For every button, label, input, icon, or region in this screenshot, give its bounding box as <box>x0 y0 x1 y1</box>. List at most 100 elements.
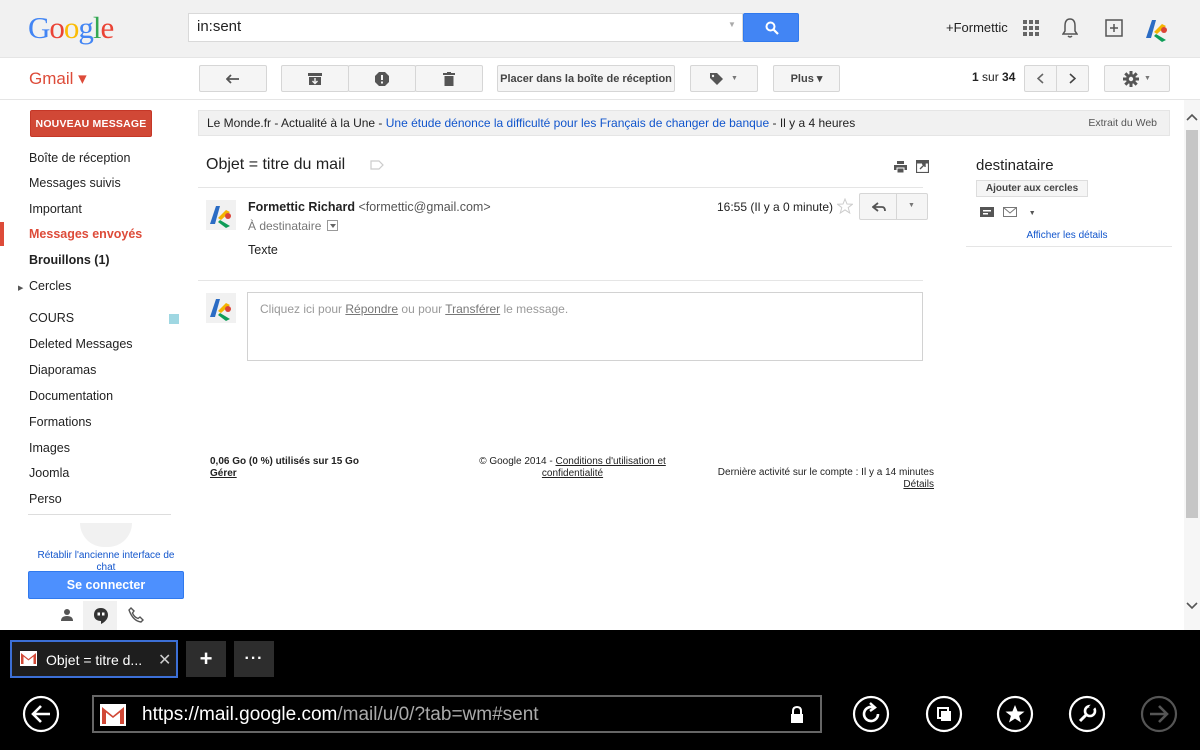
browser-forward-icon[interactable] <box>1140 695 1178 733</box>
move-to-inbox-button[interactable]: Placer dans la boîte de réception <box>497 65 675 92</box>
chevron-down-icon[interactable]: ▼ <box>1029 210 1036 217</box>
sidebar-item-formations[interactable]: Formations <box>0 410 180 434</box>
sidebar-item-circles[interactable]: Cercles <box>0 274 180 298</box>
more-options-caret-icon[interactable]: ▼ <box>908 202 915 209</box>
url-path: /mail/u/0/?tab=wm#sent <box>337 704 539 725</box>
more-actions-button[interactable]: Plus ▾ <box>773 65 840 92</box>
sidebar-item-deleted-messages[interactable]: Deleted Messages <box>0 332 180 356</box>
gmail-favicon-icon <box>20 651 37 666</box>
right-panel-divider <box>966 246 1172 247</box>
lock-icon[interactable] <box>790 706 804 723</box>
spam-icon <box>375 71 389 86</box>
sidebar-item-sent[interactable]: Messages envoyés <box>0 222 180 246</box>
sidebar-item-cours[interactable]: COURS <box>0 306 180 330</box>
labels-button[interactable]: ▼ <box>690 65 758 92</box>
chat-icon[interactable] <box>980 207 994 217</box>
manage-storage-link[interactable]: Gérer <box>210 468 237 479</box>
new-tab-button[interactable]: + <box>186 641 226 677</box>
activity-details-link[interactable]: Détails <box>903 479 934 490</box>
report-spam-button[interactable] <box>348 65 416 92</box>
address-bar[interactable]: https://mail.google.com/mail/u/0/?tab=wm… <box>92 695 822 733</box>
search-options-caret[interactable]: ▼ <box>728 20 736 29</box>
thread-divider <box>198 187 923 188</box>
last-activity-text: Dernière activité sur le compte : Il y a… <box>717 467 934 478</box>
newer-button[interactable] <box>1024 65 1057 92</box>
archive-icon <box>308 72 322 85</box>
sidebar-item-images[interactable]: Images <box>0 436 180 460</box>
quick-reply-box[interactable]: Cliquez ici pour Répondre ou pour Transf… <box>247 292 923 361</box>
phone-icon[interactable] <box>128 607 144 623</box>
sender-name[interactable]: Formettic Richard <box>248 200 355 214</box>
print-icon[interactable] <box>894 161 907 173</box>
tab-options-button[interactable]: ··· <box>234 641 274 677</box>
open-in-new-window-icon[interactable] <box>916 160 929 173</box>
copyright-text: © Google 2014 - <box>479 456 556 467</box>
url-text: https://mail.google.com/mail/u/0/?tab=wm… <box>142 704 539 726</box>
settings-button[interactable]: ▼ <box>1104 65 1170 92</box>
search-icon <box>765 21 779 35</box>
add-to-circles-button[interactable]: Ajouter aux cercles <box>976 180 1088 197</box>
sidebar-item-drafts[interactable]: Brouillons (1) <box>0 248 180 272</box>
email-icon[interactable] <box>1003 207 1018 217</box>
google-plus-profile-link[interactable]: +Formettic <box>946 20 1008 35</box>
sidebar-item-documentation[interactable]: Documentation <box>0 384 180 408</box>
compose-button[interactable]: NOUVEAU MESSAGE <box>30 110 152 137</box>
reply-button[interactable]: ▼ <box>859 193 928 220</box>
sidebar-item-inbox[interactable]: Boîte de réception <box>0 146 180 170</box>
sidebar-item-important[interactable]: Important <box>0 197 180 221</box>
reply-arrow-icon <box>872 202 886 212</box>
search-input[interactable]: in:sent <box>188 13 743 42</box>
web-clip-headline-link[interactable]: Une étude dénonce la difficulté pour les… <box>386 116 769 130</box>
search-button[interactable] <box>743 13 799 42</box>
storage-text: 0,06 Go (0 %) utilisés sur 15 Go <box>210 456 359 467</box>
sidebar-divider <box>28 514 171 515</box>
reply-button-divider <box>896 193 897 220</box>
delete-button[interactable] <box>415 65 483 92</box>
favorites-star-icon[interactable] <box>996 695 1034 733</box>
hangouts-icon[interactable] <box>93 607 109 625</box>
share-plus-icon[interactable] <box>1105 19 1123 37</box>
show-contact-details-link[interactable]: Afficher les détails <box>966 230 1168 241</box>
reply-link[interactable]: Répondre <box>345 302 398 316</box>
browser-tab[interactable]: Objet = titre d... ✕ <box>10 640 178 678</box>
gmail-app-menu[interactable]: Gmail ▾ <box>29 69 87 89</box>
tabs-icon[interactable] <box>925 695 963 733</box>
browser-back-icon[interactable] <box>22 695 60 733</box>
reply-prompt-text: le message. <box>500 302 569 316</box>
sidebar-item-joomla[interactable]: Joomla <box>0 461 180 485</box>
star-icon[interactable] <box>837 198 853 214</box>
older-button[interactable] <box>1056 65 1089 92</box>
terms-link[interactable]: Conditions d'utilisation et confidential… <box>542 456 666 479</box>
recipients-text: À destinataire <box>248 219 322 233</box>
scroll-up-icon[interactable] <box>1186 113 1198 121</box>
thread-subject: Objet = titre du mail <box>206 156 346 173</box>
back-to-list-button[interactable] <box>199 65 267 92</box>
forward-link[interactable]: Transférer <box>445 302 500 316</box>
label-color-swatch[interactable] <box>169 314 179 324</box>
sign-in-chat-button[interactable]: Se connecter <box>28 571 184 599</box>
account-avatar[interactable] <box>1142 14 1172 44</box>
sender-avatar[interactable] <box>206 200 236 230</box>
show-details-caret-icon[interactable] <box>326 220 338 231</box>
reply-prompt-text: Cliquez ici pour <box>260 302 346 316</box>
gmail-favicon-icon <box>100 704 126 726</box>
label-tag-icon <box>710 72 724 85</box>
scrollbar-thumb[interactable] <box>1186 130 1198 518</box>
last-activity: Dernière activité sur le compte : Il y a… <box>680 467 934 491</box>
close-tab-icon[interactable]: ✕ <box>158 650 171 670</box>
chat-bubble-shape <box>80 523 132 547</box>
scroll-down-icon[interactable] <box>1186 602 1198 610</box>
pager-count: 1 sur 34 <box>972 70 1016 84</box>
sidebar-item-diaporamas[interactable]: Diaporamas <box>0 358 180 382</box>
contacts-person-icon[interactable] <box>60 608 74 622</box>
web-clip-label[interactable]: Extrait du Web <box>1088 111 1157 135</box>
page-tools-wrench-icon[interactable] <box>1068 695 1106 733</box>
apps-grid-icon[interactable] <box>1023 20 1039 36</box>
sidebar-item-starred[interactable]: Messages suivis <box>0 171 180 195</box>
refresh-icon[interactable] <box>852 695 890 733</box>
notifications-bell-icon[interactable] <box>1062 17 1078 39</box>
importance-marker-icon[interactable] <box>370 160 384 170</box>
archive-button[interactable] <box>281 65 349 92</box>
google-logo[interactable]: Google <box>28 10 114 46</box>
sidebar-item-perso[interactable]: Perso <box>0 487 180 511</box>
